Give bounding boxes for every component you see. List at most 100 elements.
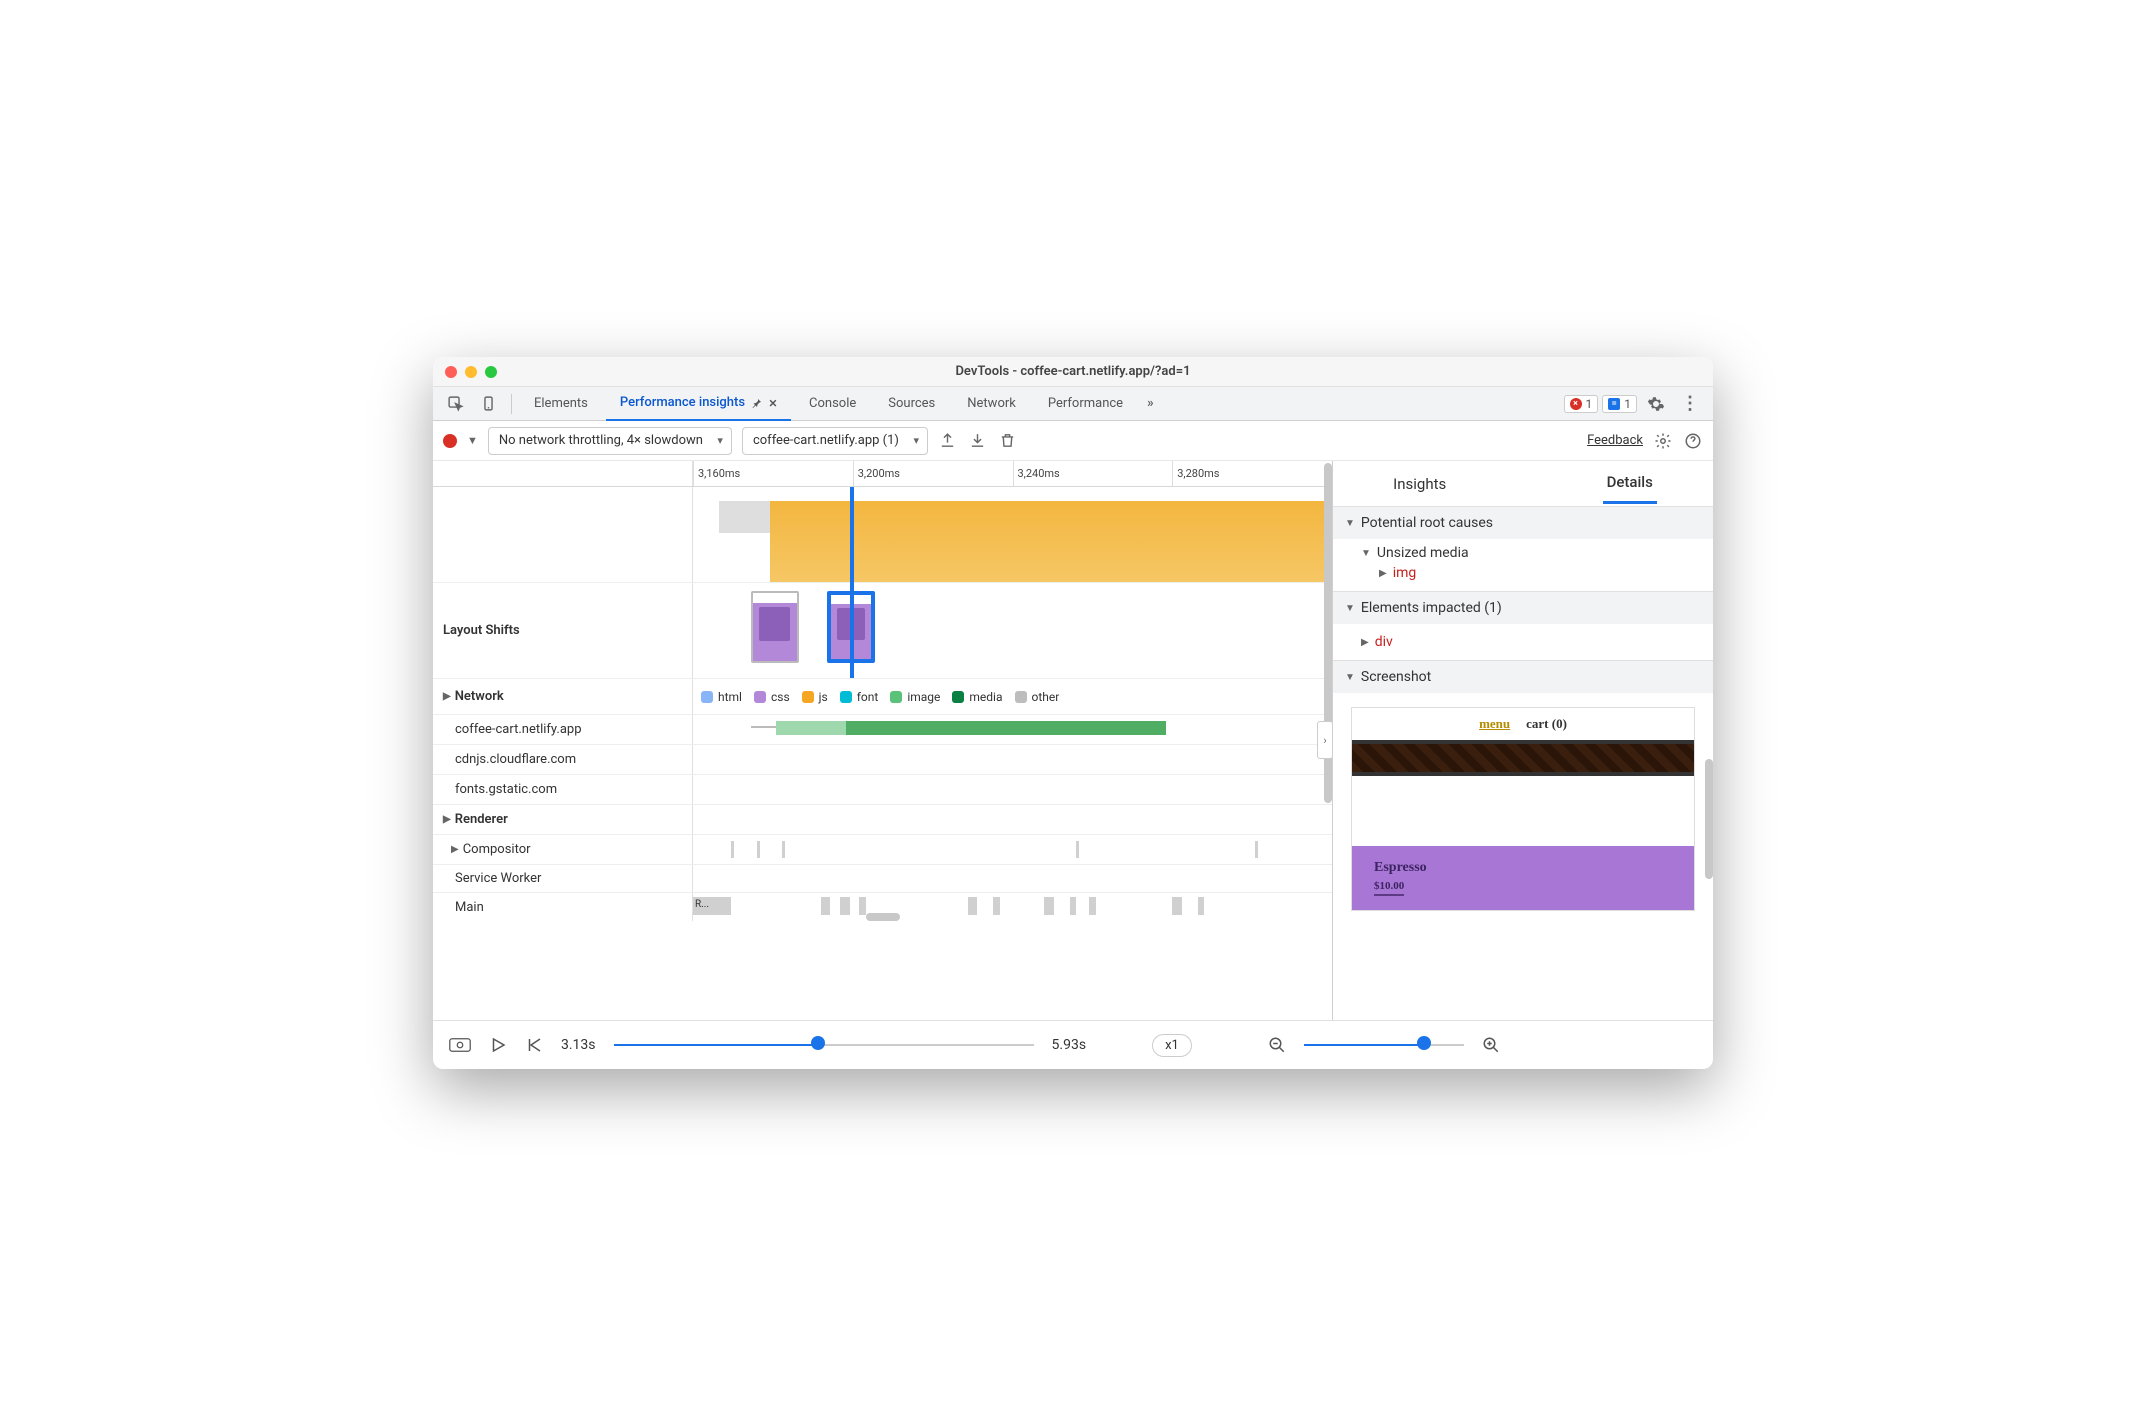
frame-tick (1255, 841, 1258, 858)
host-label[interactable]: coffee-cart.netlify.app (433, 715, 693, 744)
panel-settings-icon[interactable] (1653, 432, 1673, 450)
chevron-down-icon: ▼ (1345, 518, 1355, 529)
tab-network[interactable]: Network (953, 387, 1030, 421)
impacted-tag-item[interactable]: ▶ div (1361, 630, 1701, 654)
ruler-tick: 3,160ms (693, 461, 853, 486)
network-label[interactable]: ▶ Network (433, 679, 693, 714)
settings-icon[interactable] (1641, 391, 1671, 417)
host-label[interactable]: fonts.gstatic.com (433, 775, 693, 804)
legend-item: image (890, 690, 940, 704)
element-link[interactable]: img (1393, 565, 1417, 581)
time-ruler[interactable]: 3,160ms 3,200ms 3,240ms 3,280ms (433, 461, 1332, 487)
elements-impacted-header[interactable]: ▼ Elements impacted (1) (1333, 592, 1713, 624)
service-worker-label[interactable]: Service Worker (433, 865, 693, 892)
preview-product-price: $10.00 (1374, 880, 1404, 896)
main-task[interactable] (1070, 897, 1076, 915)
legend-item: other (1015, 690, 1060, 704)
main-label[interactable]: Main (433, 893, 693, 921)
feedback-link[interactable]: Feedback (1587, 433, 1643, 448)
close-tab-icon[interactable]: × (769, 394, 777, 412)
collapse-sidebar-icon[interactable]: › (1317, 721, 1333, 759)
chevron-down-icon: ▼ (1361, 548, 1371, 559)
help-icon[interactable] (1683, 432, 1703, 450)
zoom-in-icon[interactable] (1482, 1036, 1500, 1054)
compositor-label[interactable]: ▶ Compositor (433, 835, 693, 864)
main-task[interactable] (1044, 897, 1054, 915)
vertical-scrollbar[interactable] (1705, 509, 1713, 1020)
tab-performance-insights[interactable]: Performance insights × (606, 387, 791, 421)
details-panel: Insights Details ▼ Potential root causes… (1333, 461, 1713, 1020)
record-menu-icon[interactable]: ▼ (467, 434, 478, 447)
frame-tick (1076, 841, 1079, 858)
timeline-panel: 3,160ms 3,200ms 3,240ms 3,280ms Layo (433, 461, 1333, 1020)
screenshot-preview: menu cart (0) Espresso $10.00 (1351, 707, 1695, 911)
main-task[interactable] (968, 897, 978, 915)
messages-badge[interactable]: = 1 (1602, 395, 1637, 413)
main-task[interactable] (1172, 897, 1182, 915)
network-legend: html css js font image media other (693, 679, 1332, 714)
chevron-right-icon: ▶ (443, 691, 451, 702)
details-tabs: Insights Details (1333, 461, 1713, 507)
delete-icon[interactable] (998, 432, 1018, 449)
tab-console[interactable]: Console (795, 387, 870, 421)
zoom-out-icon[interactable] (1268, 1036, 1286, 1054)
main-task[interactable] (993, 897, 999, 915)
preview-toggle-icon[interactable] (449, 1037, 471, 1053)
more-tabs-icon[interactable]: » (1141, 392, 1160, 415)
message-icon: = (1608, 398, 1620, 410)
inspect-icon[interactable] (441, 391, 470, 416)
main-task[interactable] (1089, 897, 1095, 915)
request-bar[interactable] (846, 721, 1166, 735)
renderer-label[interactable]: ▶ Renderer (433, 805, 693, 834)
element-link[interactable]: div (1375, 634, 1393, 650)
request-bar[interactable] (776, 721, 846, 735)
unsized-tag-item[interactable]: ▶ img (1361, 561, 1701, 585)
service-worker-row: Service Worker (433, 865, 1332, 893)
frame-tick (757, 841, 760, 858)
chevron-right-icon: ▶ (1379, 568, 1387, 579)
unsized-media-item[interactable]: ▼ Unsized media (1361, 545, 1701, 561)
main-task[interactable] (821, 897, 831, 915)
zoom-slider[interactable] (1304, 1042, 1464, 1048)
layout-shift-thumb[interactable] (751, 591, 799, 663)
insights-tab[interactable]: Insights (1389, 465, 1450, 503)
speed-pill[interactable]: x1 (1152, 1034, 1192, 1057)
chevron-right-icon: ▶ (1361, 637, 1369, 648)
chevron-right-icon: ▶ (443, 814, 451, 825)
legend-item: css (754, 690, 790, 704)
main-task[interactable] (840, 897, 850, 915)
main-task[interactable]: R... (693, 897, 731, 915)
network-host-row: coffee-cart.netlify.app (433, 715, 1332, 745)
main-task[interactable] (1198, 897, 1204, 915)
swatch-font (840, 691, 852, 703)
target-dropdown[interactable]: coffee-cart.netlify.app (1) (742, 427, 928, 455)
import-icon[interactable] (968, 432, 988, 449)
swatch-media (952, 691, 964, 703)
root-causes-header[interactable]: ▼ Potential root causes (1333, 507, 1713, 539)
screenshot-header[interactable]: ▼ Screenshot (1333, 661, 1713, 693)
rewind-icon[interactable] (525, 1036, 543, 1054)
main-thread-row: Main R... (433, 893, 1332, 921)
swatch-image (890, 691, 902, 703)
record-button[interactable] (443, 434, 457, 448)
horizontal-scrollbar[interactable] (866, 913, 900, 921)
main-task[interactable] (859, 897, 865, 915)
kebab-icon[interactable]: ⋮ (1675, 389, 1705, 418)
playhead-marker[interactable] (850, 487, 854, 678)
device-toggle-icon[interactable] (474, 391, 503, 416)
ruler-tick: 3,280ms (1172, 461, 1332, 486)
tab-performance[interactable]: Performance (1034, 387, 1137, 421)
playback-bar: 3.13s 5.93s x1 (433, 1021, 1713, 1069)
host-label[interactable]: cdnjs.cloudflare.com (433, 745, 693, 774)
throttling-dropdown[interactable]: No network throttling, 4× slowdown (488, 427, 732, 455)
tab-sources[interactable]: Sources (874, 387, 949, 421)
divider (511, 394, 512, 414)
long-task-block[interactable] (770, 501, 1332, 582)
playback-slider[interactable] (614, 1042, 1034, 1048)
tab-elements[interactable]: Elements (520, 387, 602, 421)
playback-end: 5.93s (1052, 1037, 1087, 1053)
export-icon[interactable] (938, 432, 958, 449)
errors-badge[interactable]: × 1 (1564, 395, 1599, 413)
details-tab[interactable]: Details (1603, 463, 1657, 504)
play-icon[interactable] (489, 1036, 507, 1054)
